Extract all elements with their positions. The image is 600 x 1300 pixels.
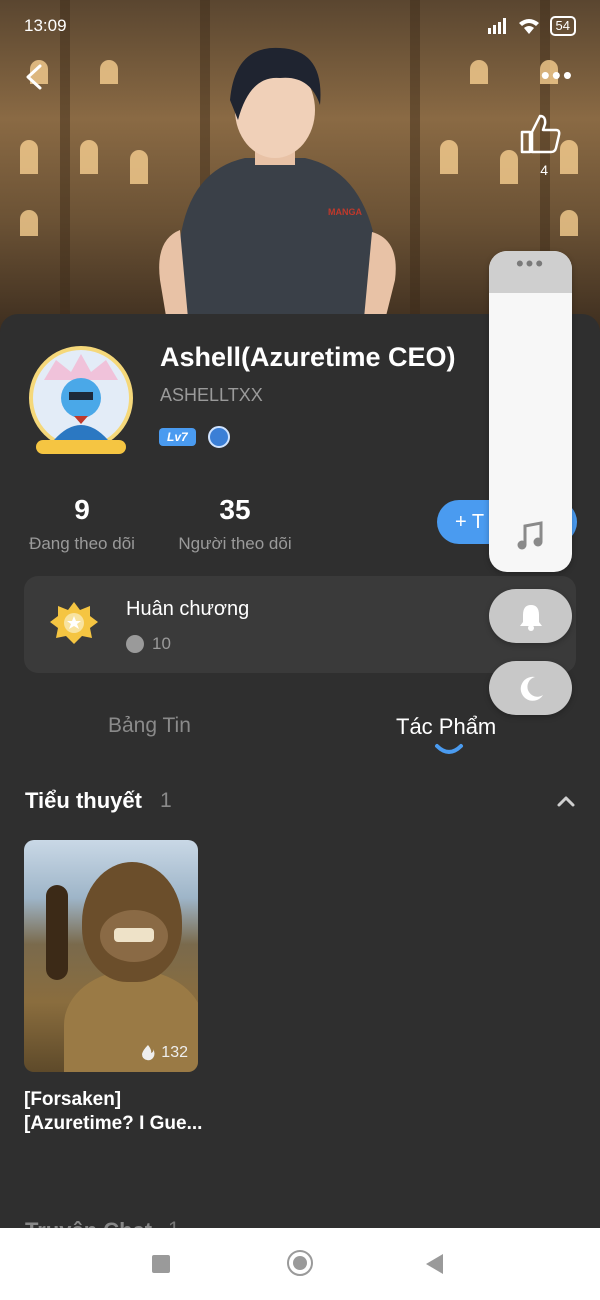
novel-view-count: 132 [161,1044,188,1061]
floating-panel-more-icon[interactable]: ••• [489,251,572,293]
moon-icon [520,676,543,701]
tab-works[interactable]: Tác Phẩm [396,714,496,740]
gem-badge-icon [208,426,230,448]
notification-button[interactable] [489,589,572,643]
character-illustration: MANGA [159,47,396,340]
followers-stat[interactable]: 35 Người theo dõi [170,494,300,554]
following-label: Đang theo dõi [29,534,135,553]
followers-count: 35 [219,494,251,525]
system-back-icon[interactable] [426,1254,443,1274]
like-count: 4 [540,162,548,178]
status-time: 13:09 [24,16,67,35]
medal-count-row: 10 [126,634,171,654]
cover-views: 132 [141,1044,188,1062]
novel-cover[interactable]: 132 [24,840,198,1072]
following-stat[interactable]: 9 Đang theo dõi [22,494,142,554]
svg-text:MANGA: MANGA [328,207,362,217]
thumbs-up-icon[interactable] [518,112,562,156]
medal-count: 10 [152,634,171,653]
tab-news[interactable]: Bảng Tin [108,714,191,738]
recent-apps-icon[interactable] [152,1255,170,1273]
following-count: 9 [74,494,90,525]
novels-section-title: Tiểu thuyết [25,788,142,813]
bell-icon [520,605,542,631]
floating-panel[interactable]: ••• [489,251,572,572]
flame-icon [142,1045,155,1061]
profile-user-id: ASHELLTXX [160,385,263,405]
chevron-up-icon[interactable] [556,794,576,808]
wifi-icon [518,19,539,34]
level-badge: Lv7 [159,428,196,446]
novels-section-count: 1 [160,789,172,812]
status-bar: 13:09 54 [24,14,576,40]
home-icon[interactable] [287,1250,313,1276]
medal-title: Huân chương [126,598,250,620]
novel-title[interactable]: [Forsaken] [Azuretime? I Gue... [24,1088,214,1136]
more-options-icon[interactable]: ••• [541,62,574,88]
music-note-icon[interactable] [516,521,544,551]
back-arrow-icon[interactable] [20,62,50,92]
star-icon [126,635,144,653]
battery-indicator: 54 [549,16,576,36]
night-mode-button[interactable] [489,661,572,715]
user-avatar[interactable] [26,340,136,460]
profile-name: Ashell(Azuretime CEO) [160,342,456,372]
medal-icon [50,602,98,644]
active-tab-indicator [435,744,463,754]
signal-icon [487,18,506,34]
followers-label: Người theo dõi [178,534,292,553]
